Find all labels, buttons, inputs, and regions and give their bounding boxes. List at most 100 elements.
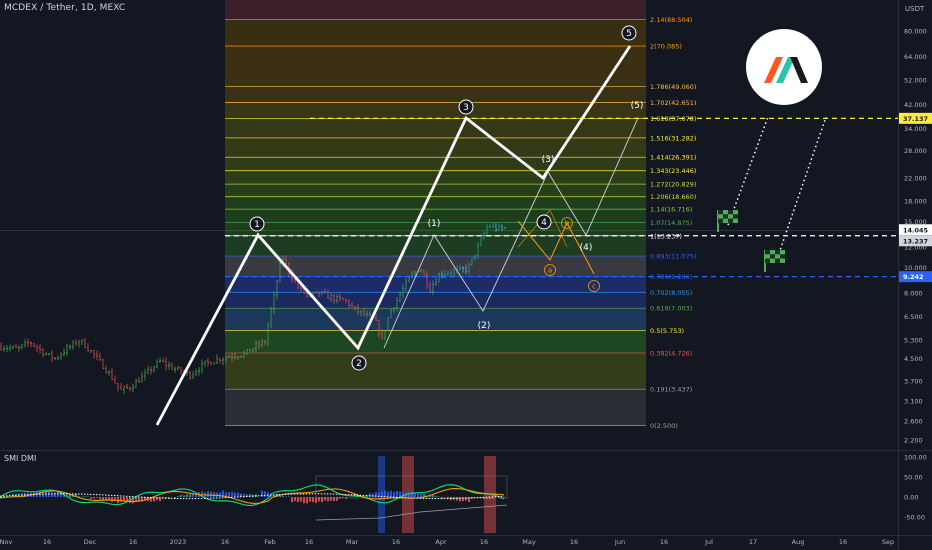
abc-label: a bbox=[548, 267, 552, 275]
x-tick-label: Sep bbox=[882, 538, 894, 546]
fib-zone bbox=[225, 352, 646, 390]
y-tick-label: 18.000 bbox=[904, 197, 927, 205]
fib-zone bbox=[225, 46, 646, 87]
indicator-histogram-bar bbox=[180, 494, 182, 497]
indicator-histogram-bar bbox=[177, 496, 179, 497]
flag-check bbox=[718, 218, 723, 223]
indicator-histogram-bar bbox=[294, 497, 296, 501]
fib-level-label: 1.618(37.078) bbox=[650, 115, 696, 123]
fib-level-label: 1.272(20.829) bbox=[650, 181, 696, 189]
indicator-histogram-bar bbox=[390, 490, 392, 497]
fib-level-label: 0.893(11.075) bbox=[650, 253, 696, 261]
flag-check bbox=[728, 218, 733, 223]
x-tick-label: 16 bbox=[480, 538, 488, 546]
indicator-histogram-bar bbox=[264, 491, 266, 497]
indicator-histogram-bar bbox=[186, 494, 188, 497]
fib-level-label: 1.786(49.060) bbox=[650, 83, 696, 91]
x-tick-label: Jul bbox=[704, 538, 713, 546]
price-label: 14.045 bbox=[903, 226, 929, 234]
indicator-histogram-bar bbox=[465, 497, 467, 501]
y-tick-label: 3.100 bbox=[904, 397, 923, 405]
indicator-histogram-bar bbox=[324, 497, 326, 501]
y-tick-label: 80.000 bbox=[904, 28, 927, 36]
indicator-histogram-bar bbox=[84, 496, 86, 497]
price-label: 9.242 bbox=[903, 273, 924, 281]
fib-zone bbox=[225, 0, 646, 20]
fib-level-label: 2(70.085) bbox=[650, 43, 682, 51]
wave-label: (4) bbox=[580, 243, 593, 253]
x-tick-label: Jun bbox=[614, 538, 625, 546]
wave-label: 5 bbox=[626, 29, 632, 39]
y-tick-label: 4.500 bbox=[904, 355, 923, 363]
fib-level-label: 1.343(23.446) bbox=[650, 167, 696, 175]
indicator-tick-label: 0.00 bbox=[904, 494, 918, 502]
indicator-histogram-bar bbox=[51, 492, 53, 497]
wave-label: (1) bbox=[428, 219, 441, 229]
y-tick-label: 34.000 bbox=[904, 125, 927, 133]
indicator-histogram-bar bbox=[408, 492, 410, 497]
fib-zone bbox=[225, 292, 646, 309]
fib-zone bbox=[225, 137, 646, 158]
flag-check bbox=[723, 214, 728, 219]
fib-level-label: 1.07(14.875) bbox=[650, 219, 692, 227]
y-tick-label: 22.000 bbox=[904, 174, 927, 182]
indicator-histogram-bar bbox=[300, 497, 302, 502]
x-tick-label: 16 bbox=[660, 538, 668, 546]
flag-check bbox=[728, 210, 733, 215]
indicator-histogram-bar bbox=[216, 492, 218, 497]
fib-zone bbox=[225, 118, 646, 138]
fib-level-label: 2.14(88.504) bbox=[650, 16, 692, 24]
price-label: 13.237 bbox=[903, 237, 928, 245]
fib-zone bbox=[225, 330, 646, 353]
y-tick-label: 2.600 bbox=[904, 417, 923, 425]
chart-title: MCDEX / Tether, 1D, MEXC bbox=[4, 3, 126, 13]
indicator-histogram-bar bbox=[87, 496, 89, 497]
fib-level-label: 0.191(3.437) bbox=[650, 386, 692, 394]
flag-check bbox=[780, 254, 785, 259]
indicator-histogram-bar bbox=[312, 497, 314, 503]
indicator-histogram-bar bbox=[327, 497, 329, 502]
flag-check bbox=[718, 210, 723, 215]
indicator-histogram-bar bbox=[291, 497, 293, 503]
wave-label: (2) bbox=[478, 321, 491, 331]
y-tick-label: 2.200 bbox=[904, 437, 923, 445]
fib-zone bbox=[225, 308, 646, 331]
indicator-histogram-bar bbox=[93, 497, 95, 499]
x-tick-label: 16 bbox=[43, 538, 51, 546]
x-tick-label: Mar bbox=[346, 538, 359, 546]
indicator-histogram-bar bbox=[210, 491, 212, 497]
y-tick-label: 3.700 bbox=[904, 377, 923, 385]
flag-check bbox=[765, 250, 770, 255]
fib-level-label: 1.414(26.391) bbox=[650, 154, 696, 162]
indicator-histogram-bar bbox=[237, 492, 239, 497]
indicator-histogram-bar bbox=[231, 491, 233, 497]
indicator-histogram-bar bbox=[462, 497, 464, 502]
indicator-title[interactable]: SMI DMI bbox=[4, 454, 36, 463]
flag-check bbox=[775, 250, 780, 255]
indicator-histogram-bar bbox=[318, 497, 320, 502]
indicator-tick-label: 100.00 bbox=[904, 454, 927, 462]
y-tick-label: 64.000 bbox=[904, 53, 927, 61]
fib-level-label: 0.382(4.726) bbox=[650, 349, 692, 357]
wave-label: 3 bbox=[463, 103, 469, 113]
y-tick-label: 6.500 bbox=[904, 313, 923, 321]
flag-check bbox=[770, 254, 775, 259]
indicator-histogram-bar bbox=[183, 495, 185, 497]
x-tick-label: Apr bbox=[435, 538, 447, 546]
fib-level-label: 0(2.500) bbox=[650, 422, 678, 430]
indicator-histogram-bar bbox=[387, 491, 389, 497]
flag-check bbox=[765, 258, 770, 263]
indicator-histogram-bar bbox=[396, 491, 398, 497]
indicator-histogram-bar bbox=[90, 497, 92, 499]
x-tick-label: May bbox=[522, 538, 536, 546]
indicator-histogram-bar bbox=[417, 493, 419, 497]
x-tick-label: 17 bbox=[749, 538, 757, 546]
x-tick-label: 16 bbox=[305, 538, 313, 546]
indicator-histogram-bar bbox=[336, 497, 338, 501]
indicator-histogram-bar bbox=[288, 496, 290, 497]
wave-label: 4 bbox=[541, 218, 547, 228]
y-tick-label: 28.000 bbox=[904, 147, 927, 155]
indicator-histogram-bar bbox=[333, 497, 335, 501]
fib-zone bbox=[225, 256, 646, 277]
fib-level-label: 0.702(8.055) bbox=[650, 289, 692, 297]
